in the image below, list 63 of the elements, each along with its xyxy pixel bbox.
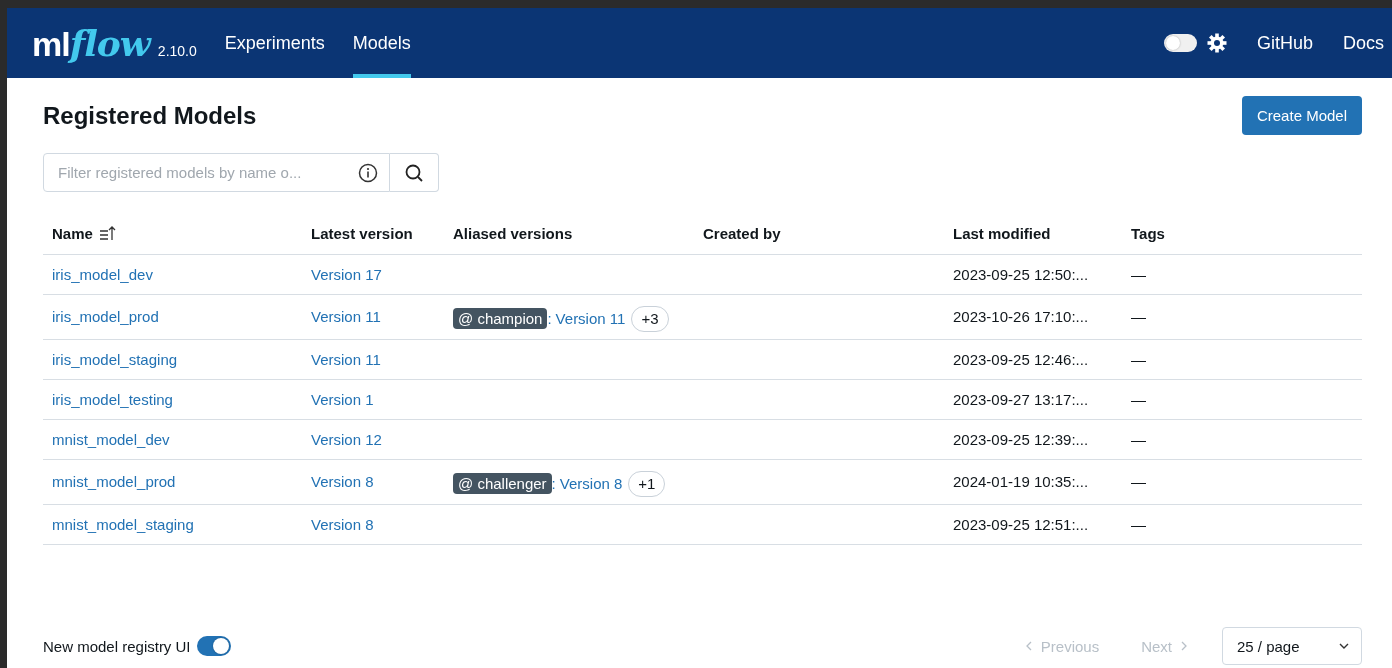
column-header: Aliased versions <box>453 224 573 242</box>
nav-tab[interactable]: Models <box>352 8 411 78</box>
column-header: Created by <box>703 224 781 242</box>
chevron-right-icon <box>1180 641 1188 651</box>
table-cell: — <box>1131 308 1146 325</box>
chevron-down-icon <box>1339 642 1349 650</box>
column-header: Latest version <box>311 224 413 242</box>
version-label: 2.10.0 <box>157 43 197 59</box>
nav-tab[interactable]: Experiments <box>224 8 325 78</box>
search-icon <box>404 162 424 183</box>
table-cell: 2023-09-25 12:50:... <box>953 265 1089 283</box>
column-header[interactable]: Name <box>52 224 93 242</box>
chevron-left-icon <box>1024 641 1033 651</box>
table-cell: — <box>1131 515 1146 533</box>
logo[interactable]: mlflow <box>32 22 150 64</box>
model-name-link[interactable]: iris_model_dev <box>52 265 153 283</box>
search-field[interactable]: Filter registered models by name o... <box>43 153 390 192</box>
table-cell: — <box>1131 265 1146 283</box>
search-button[interactable] <box>390 153 439 192</box>
page-title: Registered Models <box>43 101 257 130</box>
version-link[interactable]: Version 11 <box>555 310 626 327</box>
table-cell: 2024-01-19 10:35:... <box>953 473 1089 490</box>
create-model-button[interactable]: Create Model <box>1241 96 1362 135</box>
model-name-link[interactable]: mnist_model_staging <box>52 515 194 533</box>
version-link[interactable]: Version 17 <box>311 265 382 283</box>
table-cell: 2023-09-27 13:17:... <box>953 390 1089 408</box>
column-header: Last modified <box>953 224 1051 242</box>
alias-tag: @ challenger <box>453 473 552 494</box>
header-link[interactable]: GitHub <box>1256 32 1313 54</box>
table-cell: 2023-10-26 17:10:... <box>953 308 1089 325</box>
gear-icon[interactable] <box>1206 33 1227 53</box>
version-link[interactable]: Version 12 <box>311 430 382 448</box>
separator-text: : <box>551 475 556 492</box>
model-name-link[interactable]: iris_model_staging <box>52 350 178 368</box>
info-icon[interactable] <box>358 163 378 183</box>
table-cell: — <box>1131 390 1146 408</box>
theme-toggle[interactable] <box>1163 34 1197 52</box>
version-link[interactable]: Version 8 <box>559 475 623 492</box>
version-link[interactable]: Version 11 <box>311 308 381 325</box>
separator-text: : <box>547 310 552 327</box>
table-cell: — <box>1131 430 1146 448</box>
table-cell: 2023-09-25 12:51:... <box>953 515 1089 533</box>
table-cell: — <box>1131 350 1146 368</box>
version-link[interactable]: Version 8 <box>311 473 374 490</box>
model-name-link[interactable]: iris_model_testing <box>52 390 173 408</box>
version-link[interactable]: Version 1 <box>311 390 374 408</box>
table-cell: 2023-09-25 12:46:... <box>953 350 1089 368</box>
page-size-select[interactable]: 25 / page <box>1222 627 1362 665</box>
more-aliases-button[interactable]: +1 <box>628 470 666 497</box>
table-cell: — <box>1131 473 1146 490</box>
sort-icon[interactable] <box>98 225 117 241</box>
model-name-link[interactable]: mnist_model_prod <box>52 473 176 490</box>
version-link[interactable]: Version 11 <box>311 350 381 368</box>
version-link[interactable]: Version 8 <box>311 515 374 533</box>
model-name-link[interactable]: iris_model_prod <box>52 308 159 325</box>
column-header: Tags <box>1131 224 1165 242</box>
model-name-link[interactable]: mnist_model_dev <box>52 430 170 448</box>
table-cell: 2023-09-25 12:39:... <box>953 430 1089 448</box>
registry-toggle[interactable] <box>196 636 231 656</box>
header-link[interactable]: Docs <box>1343 32 1384 54</box>
alias-tag: @ champion <box>453 308 548 329</box>
toggle-label: New model registry UI <box>43 637 191 655</box>
more-aliases-button[interactable]: +3 <box>631 305 669 332</box>
